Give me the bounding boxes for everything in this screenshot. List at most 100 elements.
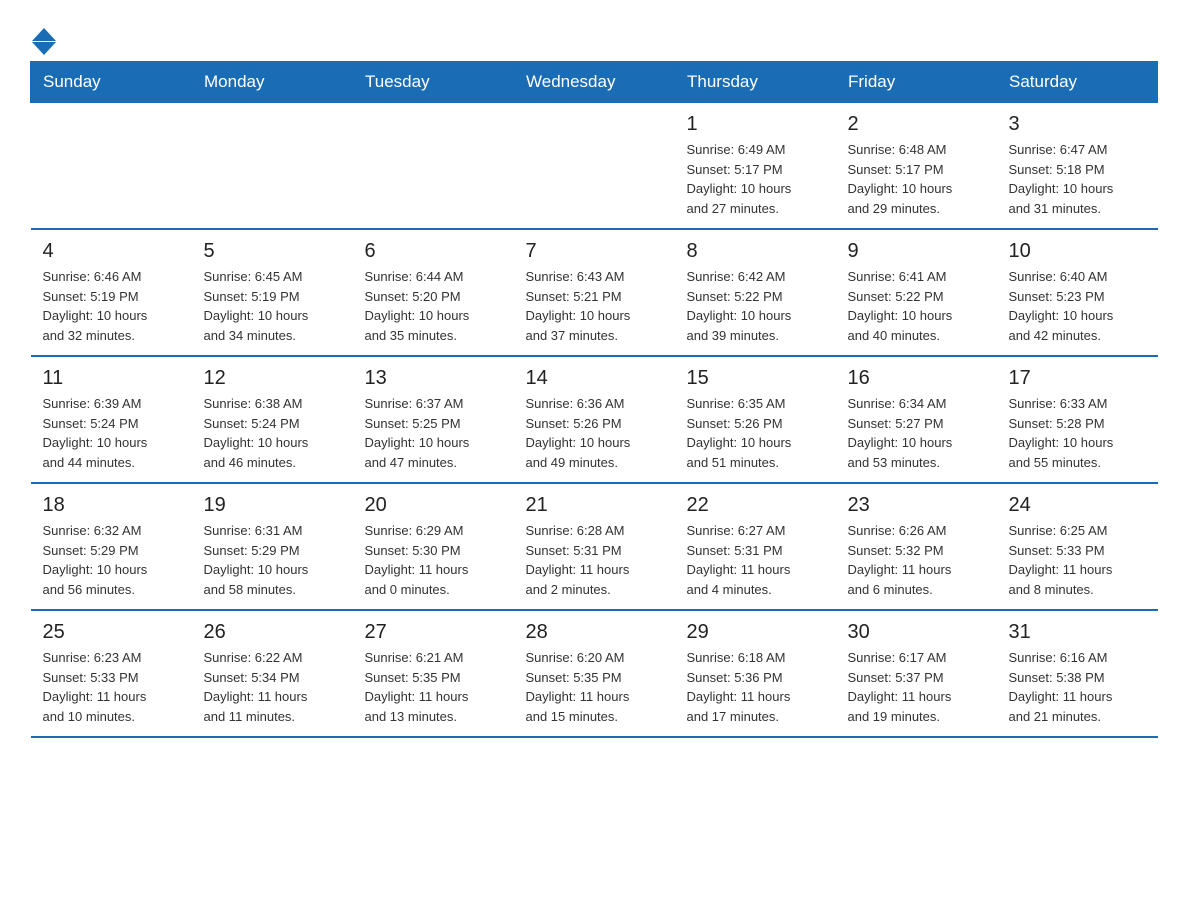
day-number: 9 bbox=[848, 240, 985, 263]
day-number: 17 bbox=[1009, 367, 1146, 390]
day-info: Sunrise: 6:48 AM Sunset: 5:17 PM Dayligh… bbox=[848, 140, 985, 218]
day-number: 23 bbox=[848, 494, 985, 517]
day-cell: 1 Sunrise: 6:49 AM Sunset: 5:17 PM Daylig… bbox=[675, 103, 836, 230]
day-number: 19 bbox=[204, 494, 341, 517]
day-info: Sunrise: 6:34 AM Sunset: 5:27 PM Dayligh… bbox=[848, 394, 985, 472]
day-info: Sunrise: 6:27 AM Sunset: 5:31 PM Dayligh… bbox=[687, 521, 824, 599]
day-info: Sunrise: 6:18 AM Sunset: 5:36 PM Dayligh… bbox=[687, 648, 824, 726]
day-info: Sunrise: 6:35 AM Sunset: 5:26 PM Dayligh… bbox=[687, 394, 824, 472]
day-cell: 16Sunrise: 6:34 AM Sunset: 5:27 PM Dayli… bbox=[836, 356, 997, 483]
day-info: Sunrise: 6:46 AM Sunset: 5:19 PM Dayligh… bbox=[43, 267, 180, 345]
day-cell: 15 Sunrise: 6:35 AM Sunset: 5:26 PM Dayli… bbox=[675, 356, 836, 483]
calendar-table: SundayMondayTuesdayWednesdayThursdayFrid… bbox=[30, 61, 1158, 738]
day-info: Sunrise: 6:26 AM Sunset: 5:32 PM Dayligh… bbox=[848, 521, 985, 599]
day-info: Sunrise: 6:40 AM Sunset: 5:23 PM Dayligh… bbox=[1009, 267, 1146, 345]
day-info: Sunrise: 6:25 AM Sunset: 5:33 PM Dayligh… bbox=[1009, 521, 1146, 599]
day-cell: 9 Sunrise: 6:41 AM Sunset: 5:22 PM Daylig… bbox=[836, 229, 997, 356]
day-cell: 5 Sunrise: 6:45 AM Sunset: 5:19 PM Daylig… bbox=[192, 229, 353, 356]
day-number: 30 bbox=[848, 621, 985, 644]
day-info: Sunrise: 6:22 AM Sunset: 5:34 PM Dayligh… bbox=[204, 648, 341, 726]
day-info: Sunrise: 6:23 AM Sunset: 5:33 PM Dayligh… bbox=[43, 648, 180, 726]
day-cell: 14Sunrise: 6:36 AM Sunset: 5:26 PM Dayli… bbox=[514, 356, 675, 483]
day-header-tuesday: Tuesday bbox=[353, 62, 514, 103]
day-info: Sunrise: 6:20 AM Sunset: 5:35 PM Dayligh… bbox=[526, 648, 663, 726]
day-number: 28 bbox=[526, 621, 663, 644]
day-cell: 30 Sunrise: 6:17 AM Sunset: 5:37 PM Dayli… bbox=[836, 610, 997, 737]
day-cell: 18 Sunrise: 6:32 AM Sunset: 5:29 PM Dayli… bbox=[31, 483, 192, 610]
day-number: 1 bbox=[687, 113, 824, 136]
day-cell: 22Sunrise: 6:27 AM Sunset: 5:31 PM Dayli… bbox=[675, 483, 836, 610]
day-cell: 28 Sunrise: 6:20 AM Sunset: 5:35 PM Dayli… bbox=[514, 610, 675, 737]
day-cell: 19 Sunrise: 6:31 AM Sunset: 5:29 PM Dayli… bbox=[192, 483, 353, 610]
day-cell: 23 Sunrise: 6:26 AM Sunset: 5:32 PM Dayli… bbox=[836, 483, 997, 610]
day-cell: 26 Sunrise: 6:22 AM Sunset: 5:34 PM Dayli… bbox=[192, 610, 353, 737]
day-number: 20 bbox=[365, 494, 502, 517]
day-cell: 12 Sunrise: 6:38 AM Sunset: 5:24 PM Dayli… bbox=[192, 356, 353, 483]
day-cell: 6Sunrise: 6:44 AM Sunset: 5:20 PM Daylig… bbox=[353, 229, 514, 356]
day-number: 27 bbox=[365, 621, 502, 644]
day-header-monday: Monday bbox=[192, 62, 353, 103]
day-cell: 31 Sunrise: 6:16 AM Sunset: 5:38 PM Dayli… bbox=[997, 610, 1158, 737]
week-row-3: 11Sunrise: 6:39 AM Sunset: 5:24 PM Dayli… bbox=[31, 356, 1158, 483]
day-info: Sunrise: 6:44 AM Sunset: 5:20 PM Dayligh… bbox=[365, 267, 502, 345]
day-info: Sunrise: 6:32 AM Sunset: 5:29 PM Dayligh… bbox=[43, 521, 180, 599]
logo bbox=[30, 28, 56, 51]
day-number: 2 bbox=[848, 113, 985, 136]
day-number: 10 bbox=[1009, 240, 1146, 263]
day-info: Sunrise: 6:29 AM Sunset: 5:30 PM Dayligh… bbox=[365, 521, 502, 599]
day-header-sunday: Sunday bbox=[31, 62, 192, 103]
day-cell: 21Sunrise: 6:28 AM Sunset: 5:31 PM Dayli… bbox=[514, 483, 675, 610]
day-cell: 27 Sunrise: 6:21 AM Sunset: 5:35 PM Dayli… bbox=[353, 610, 514, 737]
week-row-1: 1 Sunrise: 6:49 AM Sunset: 5:17 PM Daylig… bbox=[31, 103, 1158, 230]
day-info: Sunrise: 6:49 AM Sunset: 5:17 PM Dayligh… bbox=[687, 140, 824, 218]
day-cell: 24Sunrise: 6:25 AM Sunset: 5:33 PM Dayli… bbox=[997, 483, 1158, 610]
day-info: Sunrise: 6:37 AM Sunset: 5:25 PM Dayligh… bbox=[365, 394, 502, 472]
day-number: 29 bbox=[687, 621, 824, 644]
day-cell: 17Sunrise: 6:33 AM Sunset: 5:28 PM Dayli… bbox=[997, 356, 1158, 483]
day-cell bbox=[353, 103, 514, 230]
day-info: Sunrise: 6:45 AM Sunset: 5:19 PM Dayligh… bbox=[204, 267, 341, 345]
page-header bbox=[30, 20, 1158, 51]
day-info: Sunrise: 6:42 AM Sunset: 5:22 PM Dayligh… bbox=[687, 267, 824, 345]
day-info: Sunrise: 6:16 AM Sunset: 5:38 PM Dayligh… bbox=[1009, 648, 1146, 726]
day-info: Sunrise: 6:21 AM Sunset: 5:35 PM Dayligh… bbox=[365, 648, 502, 726]
day-cell: 20 Sunrise: 6:29 AM Sunset: 5:30 PM Dayli… bbox=[353, 483, 514, 610]
day-cell: 25 Sunrise: 6:23 AM Sunset: 5:33 PM Dayli… bbox=[31, 610, 192, 737]
day-number: 25 bbox=[43, 621, 180, 644]
calendar-body: 1 Sunrise: 6:49 AM Sunset: 5:17 PM Daylig… bbox=[31, 103, 1158, 738]
calendar-header: SundayMondayTuesdayWednesdayThursdayFrid… bbox=[31, 62, 1158, 103]
day-number: 8 bbox=[687, 240, 824, 263]
day-header-friday: Friday bbox=[836, 62, 997, 103]
day-info: Sunrise: 6:17 AM Sunset: 5:37 PM Dayligh… bbox=[848, 648, 985, 726]
day-cell bbox=[192, 103, 353, 230]
day-cell: 11Sunrise: 6:39 AM Sunset: 5:24 PM Dayli… bbox=[31, 356, 192, 483]
day-number: 31 bbox=[1009, 621, 1146, 644]
day-number: 21 bbox=[526, 494, 663, 517]
day-number: 15 bbox=[687, 367, 824, 390]
day-header-saturday: Saturday bbox=[997, 62, 1158, 103]
day-cell: 10 Sunrise: 6:40 AM Sunset: 5:23 PM Dayli… bbox=[997, 229, 1158, 356]
day-info: Sunrise: 6:43 AM Sunset: 5:21 PM Dayligh… bbox=[526, 267, 663, 345]
day-cell: 7Sunrise: 6:43 AM Sunset: 5:21 PM Daylig… bbox=[514, 229, 675, 356]
day-cell: 2 Sunrise: 6:48 AM Sunset: 5:17 PM Daylig… bbox=[836, 103, 997, 230]
day-info: Sunrise: 6:38 AM Sunset: 5:24 PM Dayligh… bbox=[204, 394, 341, 472]
day-cell: 13 Sunrise: 6:37 AM Sunset: 5:25 PM Dayli… bbox=[353, 356, 514, 483]
day-cell: 4Sunrise: 6:46 AM Sunset: 5:19 PM Daylig… bbox=[31, 229, 192, 356]
day-number: 18 bbox=[43, 494, 180, 517]
day-cell bbox=[31, 103, 192, 230]
day-info: Sunrise: 6:41 AM Sunset: 5:22 PM Dayligh… bbox=[848, 267, 985, 345]
week-row-5: 25 Sunrise: 6:23 AM Sunset: 5:33 PM Dayli… bbox=[31, 610, 1158, 737]
day-header-thursday: Thursday bbox=[675, 62, 836, 103]
day-number: 3 bbox=[1009, 113, 1146, 136]
day-info: Sunrise: 6:31 AM Sunset: 5:29 PM Dayligh… bbox=[204, 521, 341, 599]
day-info: Sunrise: 6:47 AM Sunset: 5:18 PM Dayligh… bbox=[1009, 140, 1146, 218]
day-number: 26 bbox=[204, 621, 341, 644]
day-number: 13 bbox=[365, 367, 502, 390]
day-cell bbox=[514, 103, 675, 230]
week-row-2: 4Sunrise: 6:46 AM Sunset: 5:19 PM Daylig… bbox=[31, 229, 1158, 356]
day-number: 5 bbox=[204, 240, 341, 263]
day-number: 12 bbox=[204, 367, 341, 390]
day-info: Sunrise: 6:39 AM Sunset: 5:24 PM Dayligh… bbox=[43, 394, 180, 472]
day-headers-row: SundayMondayTuesdayWednesdayThursdayFrid… bbox=[31, 62, 1158, 103]
day-cell: 29 Sunrise: 6:18 AM Sunset: 5:36 PM Dayli… bbox=[675, 610, 836, 737]
